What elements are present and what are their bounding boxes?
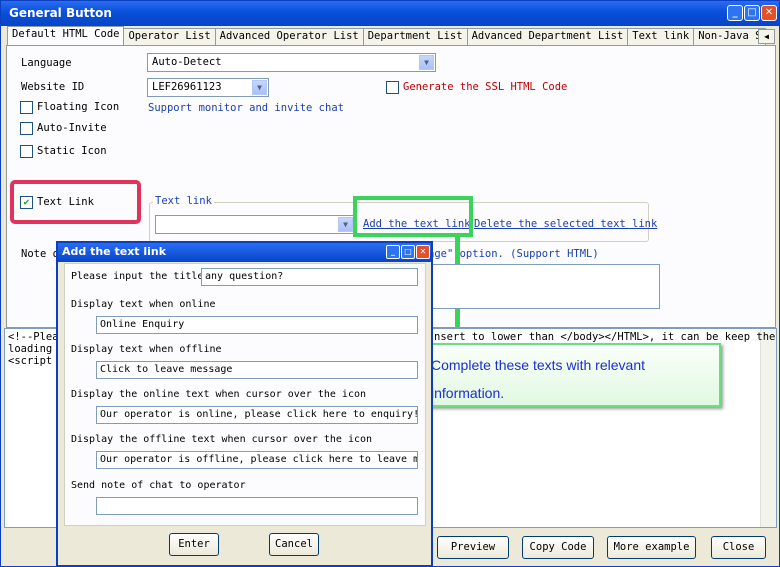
note-textarea[interactable] — [429, 264, 660, 309]
static-icon-label: Static Icon — [37, 145, 107, 157]
tab-operator-list[interactable]: Operator List — [123, 28, 216, 45]
general-button-window: General Button _ □ ✕ Default HTML Code Op… — [0, 0, 780, 567]
add-link-highlight — [353, 196, 473, 237]
title-label: Please input the title — [71, 271, 204, 282]
tab-advanced-operator-list[interactable]: Advanced Operator List — [214, 28, 364, 45]
ssl-label: Generate the SSL HTML Code — [403, 81, 568, 93]
offline-label: Display text when offline — [71, 344, 222, 355]
chevron-down-icon: ▼ — [338, 217, 353, 232]
online-input[interactable]: Online Enquiry — [96, 316, 418, 334]
auto-invite-checkbox[interactable] — [20, 122, 33, 135]
callout-text: Complete these texts with relevant infor… — [431, 357, 645, 401]
title-input[interactable]: any question? — [201, 268, 418, 286]
chevron-down-icon: ▼ — [419, 55, 434, 70]
text-link-label: Text Link — [37, 196, 94, 208]
offline-hover-label: Display the offline text when cursor ove… — [71, 434, 373, 445]
tab-advanced-department-list[interactable]: Advanced Department List — [466, 28, 629, 45]
instruction-callout: Complete these texts with relevant infor… — [422, 343, 721, 407]
copy-code-button[interactable]: Copy Code — [522, 536, 594, 559]
window-title: General Button — [9, 6, 112, 20]
add-text-link-dialog: Add the text link _ □ ✕ Please input the… — [56, 241, 433, 567]
online-label: Display text when online — [71, 299, 216, 310]
language-select[interactable]: Auto-Detect ▼ — [147, 53, 436, 72]
chat-note-input[interactable] — [96, 497, 418, 515]
close-button[interactable]: Close — [711, 536, 766, 559]
cancel-button[interactable]: Cancel — [269, 533, 319, 556]
code-line1-left: <!--Plea — [8, 331, 59, 343]
minimize-icon[interactable]: _ — [727, 5, 743, 21]
close-icon[interactable]: ✕ — [761, 5, 777, 21]
ssl-checkbox[interactable] — [386, 81, 399, 94]
code-line3: <script — [8, 355, 53, 367]
chevron-down-icon: ▼ — [252, 80, 267, 95]
auto-invite-label: Auto-Invite — [37, 122, 107, 134]
floating-icon-label: Floating Icon — [37, 101, 120, 113]
online-hover-input[interactable]: Our operator is online, please click her… — [96, 406, 418, 424]
online-hover-label: Display the online text when cursor over… — [71, 389, 367, 400]
dialog-title: Add the text link — [62, 245, 167, 258]
tab-text-link[interactable]: Text link — [627, 28, 695, 45]
enter-button[interactable]: Enter — [169, 533, 219, 556]
tab-scroll-left-icon[interactable]: ◀ — [758, 29, 775, 44]
tab-non-java[interactable]: Non-Java S — [693, 28, 767, 45]
code-scrollbar[interactable] — [760, 329, 776, 527]
text-link-select[interactable]: ▼ — [155, 215, 355, 234]
note-text-suffix: age" option. (Support HTML) — [428, 248, 599, 260]
window-titlebar: General Button _ □ ✕ — [1, 1, 779, 26]
delete-text-link[interactable]: Delete the selected text link — [474, 218, 657, 230]
tab-default-html-code[interactable]: Default HTML Code — [7, 26, 125, 45]
maximize-icon[interactable]: □ — [744, 5, 760, 21]
note-text-prefix: Note o — [21, 248, 59, 260]
tab-department-list[interactable]: Department List — [362, 28, 468, 45]
offline-input[interactable]: Click to leave message — [96, 361, 418, 379]
website-id-label: Website ID — [21, 81, 85, 93]
floating-icon-checkbox[interactable] — [20, 101, 33, 114]
static-icon-checkbox[interactable] — [20, 145, 33, 158]
text-link-group-title: Text link — [153, 195, 214, 207]
language-value: Auto-Detect — [152, 56, 222, 68]
more-example-button[interactable]: More example — [607, 536, 696, 559]
support-text: Support monitor and invite chat — [148, 102, 344, 114]
dialog-maximize-icon[interactable]: □ — [401, 245, 415, 259]
preview-button[interactable]: Preview — [437, 536, 509, 559]
tab-bar: Default HTML Code Operator List Advanced O… — [7, 26, 767, 45]
language-label: Language — [21, 57, 72, 69]
text-link-checkbox[interactable]: ✔ — [20, 196, 33, 209]
chat-note-label: Send note of chat to operator — [71, 480, 246, 491]
code-line2: loading — [8, 343, 53, 355]
dialog-minimize-icon[interactable]: _ — [386, 245, 400, 259]
dialog-close-icon[interactable]: ✕ — [416, 245, 430, 259]
website-id-value: LEF26961123 — [152, 81, 222, 93]
dialog-titlebar: Add the text link _ □ ✕ — [58, 243, 431, 262]
code-line1-right: nsert to lower than </body></HTML>, it c… — [434, 331, 776, 343]
website-id-select[interactable]: LEF26961123 ▼ — [147, 78, 269, 97]
offline-hover-input[interactable]: Our operator is offline, please click he… — [96, 451, 418, 469]
